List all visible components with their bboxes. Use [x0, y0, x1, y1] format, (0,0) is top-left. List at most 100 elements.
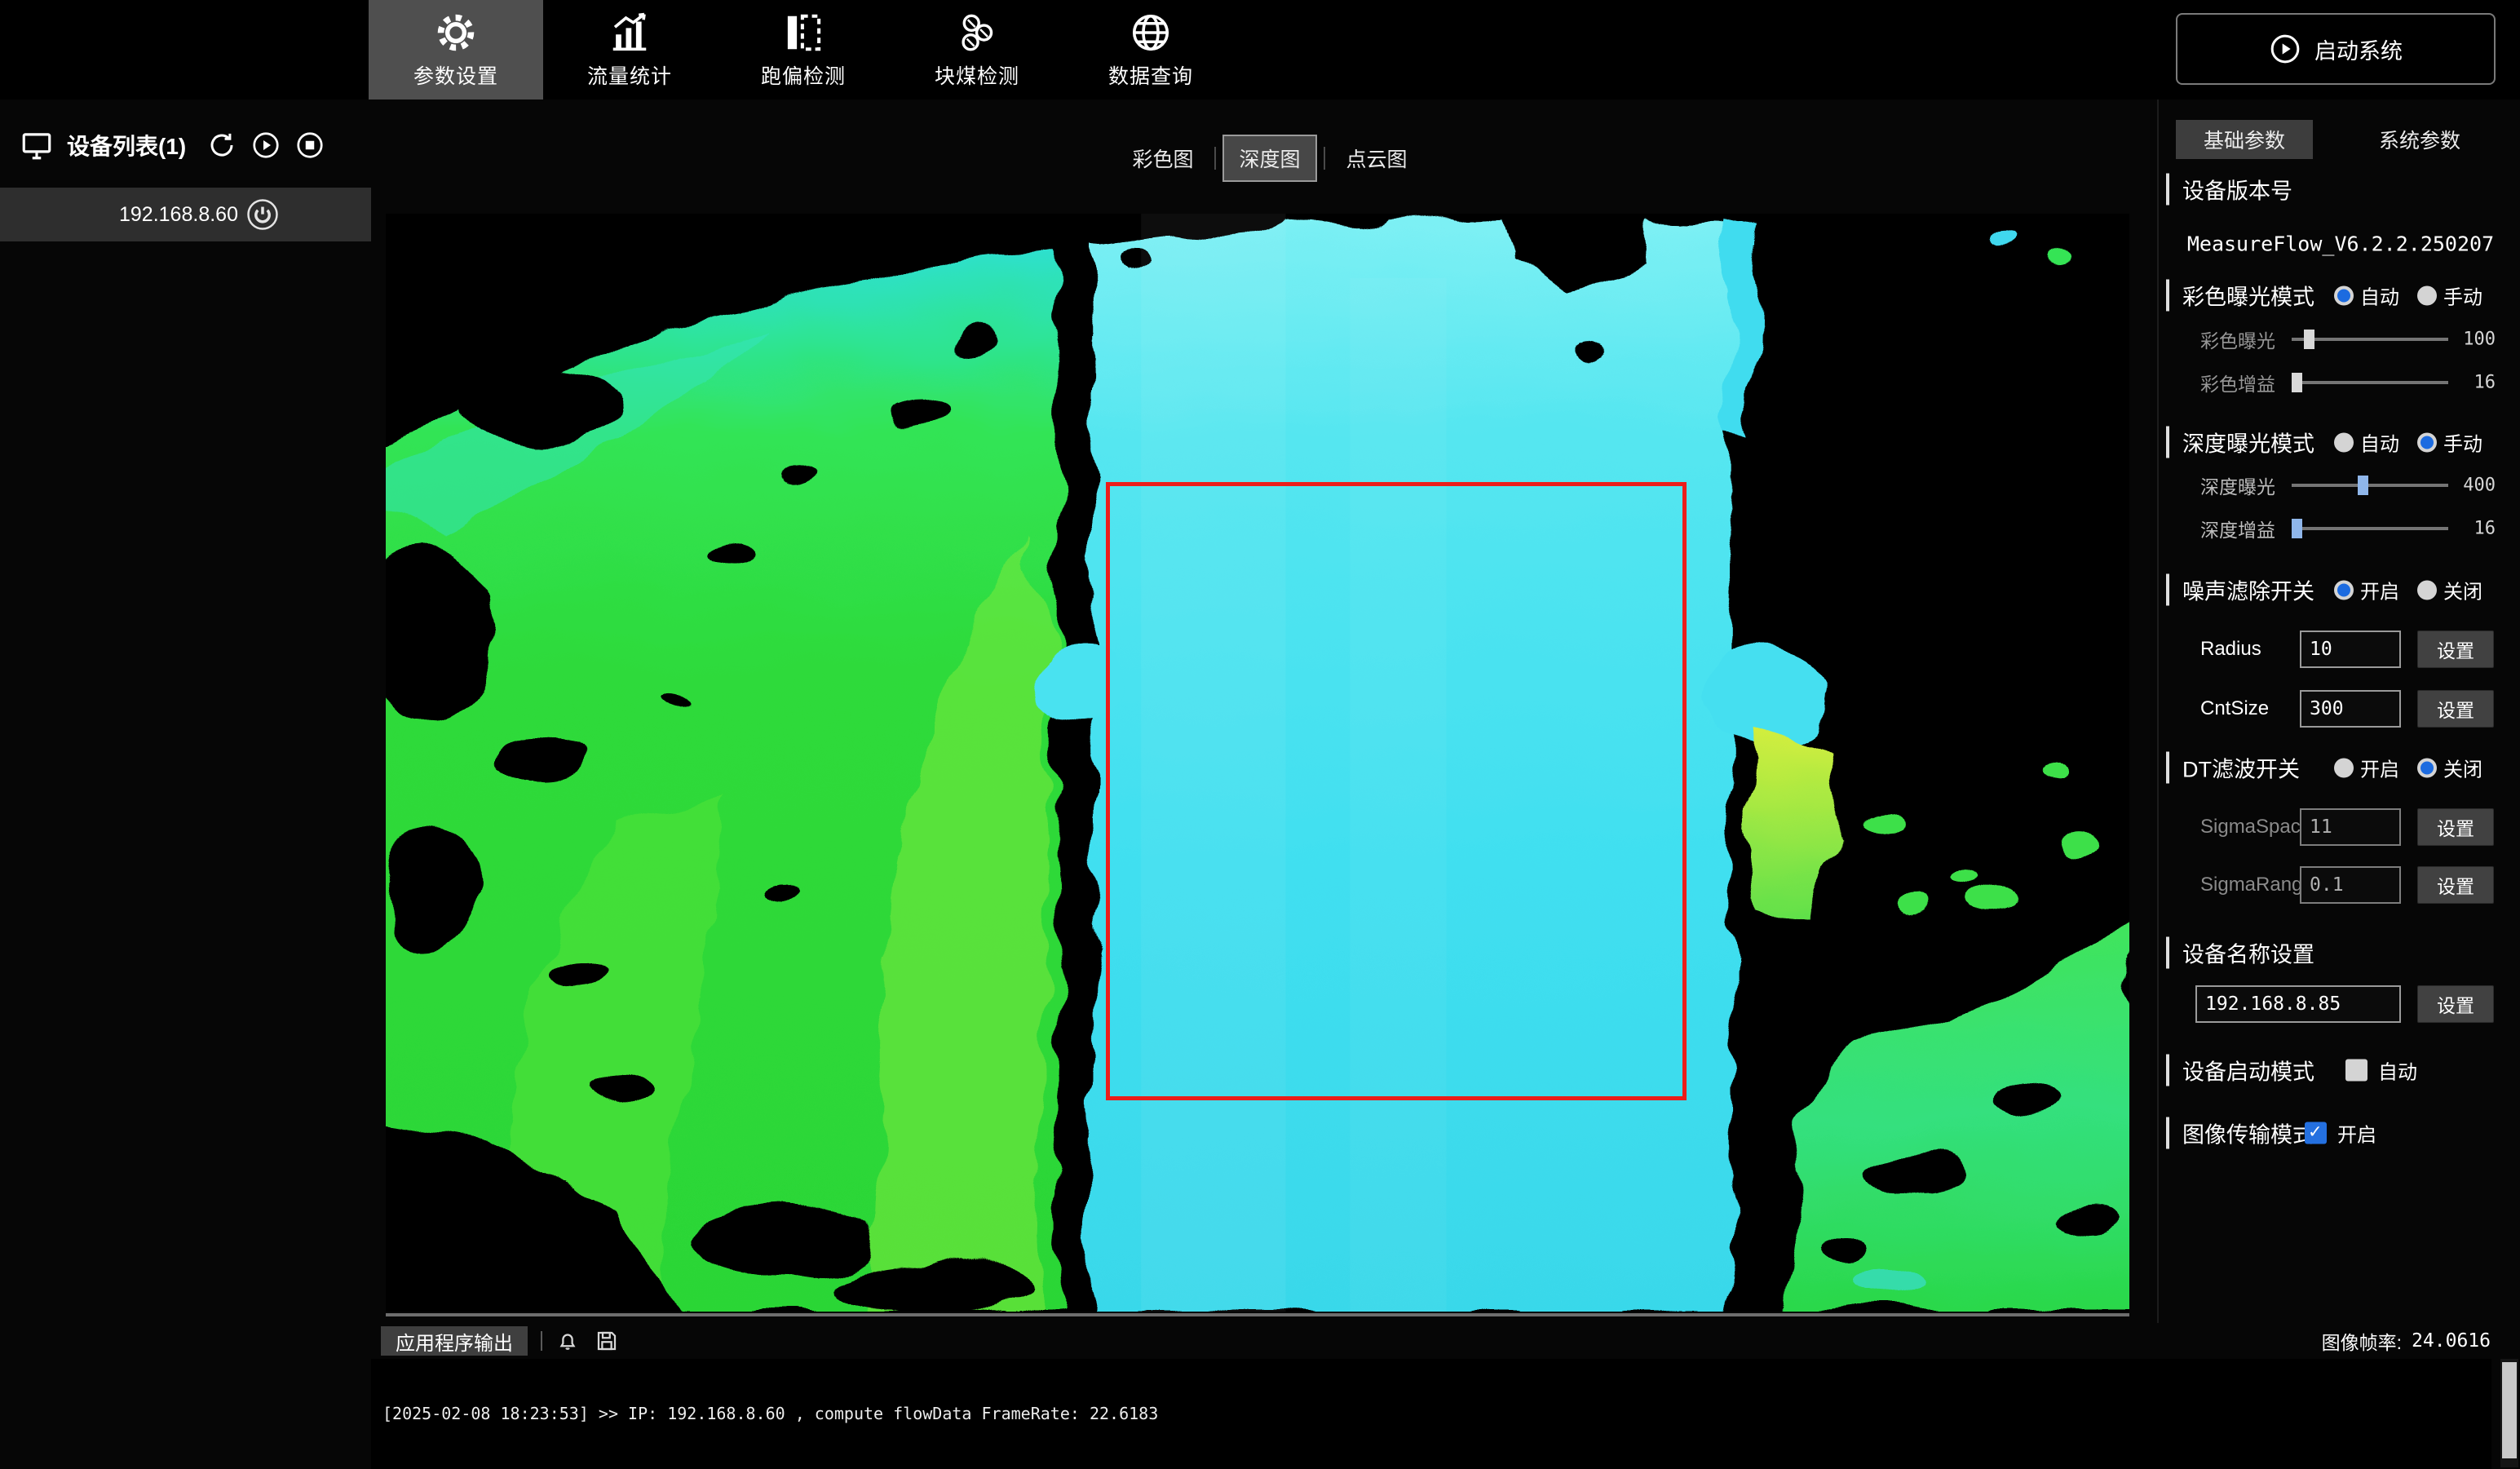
- depth-image-canvas[interactable]: [386, 214, 2129, 1312]
- sigmarange-input[interactable]: [2300, 866, 2401, 904]
- radius-input[interactable]: [2300, 631, 2401, 668]
- coal-lumps-icon: [955, 11, 999, 55]
- radio-label: 手动: [2443, 428, 2482, 457]
- stop-all-icon[interactable]: [295, 131, 325, 160]
- toolbar-item-label: 块煤检测: [935, 60, 1019, 90]
- radio-label: 自动: [2360, 281, 2399, 310]
- frame-rate-status: 图像帧率: 24.0616: [2322, 1327, 2491, 1355]
- color-exposure-slider[interactable]: [2292, 329, 2448, 350]
- sigmaspace-set-button[interactable]: 设置: [2417, 808, 2494, 846]
- toolbar: 参数设置 流量统计 跑偏检测: [0, 0, 2520, 100]
- bell-icon[interactable]: [555, 1329, 580, 1353]
- tab-separator: [1214, 147, 1216, 170]
- app-window: 参数设置 流量统计 跑偏检测: [0, 0, 2520, 1469]
- tab-basic-params[interactable]: 基础参数: [2176, 120, 2313, 159]
- cntsize-input[interactable]: [2300, 690, 2401, 728]
- color-exposure-auto-radio[interactable]: [2334, 285, 2354, 305]
- device-name-set-button[interactable]: 设置: [2417, 985, 2494, 1023]
- radio-label: 开启: [2360, 754, 2399, 782]
- section-noise-filter: 噪声滤除开关: [2166, 574, 2314, 606]
- power-icon[interactable]: [245, 197, 280, 232]
- color-gain-value: 16: [2451, 373, 2496, 393]
- toolbar-item-flow-stats[interactable]: 流量统计: [542, 0, 717, 100]
- depth-gain-label: 深度增益: [2200, 515, 2275, 542]
- depth-gain-slider[interactable]: [2292, 518, 2448, 539]
- section-depth-exposure-mode: 深度曝光模式: [2166, 427, 2314, 458]
- transfer-mode-on-checkbox[interactable]: [2305, 1122, 2327, 1144]
- tab-point-cloud[interactable]: 点云图: [1332, 136, 1422, 180]
- toolbar-item-deviation-detect[interactable]: 跑偏检测: [716, 0, 891, 100]
- tab-system-params[interactable]: 系统参数: [2345, 120, 2494, 159]
- color-exposure-manual-radio[interactable]: [2417, 285, 2437, 305]
- viewer-tabs: 彩色图 深度图 点云图: [1041, 135, 1498, 181]
- color-exposure-label: 彩色曝光: [2200, 325, 2275, 353]
- cntsize-set-button[interactable]: 设置: [2417, 690, 2494, 728]
- depth-exposure-manual-radio[interactable]: [2417, 432, 2437, 452]
- toolbar-item-label: 流量统计: [587, 60, 672, 90]
- device-list-header: 设备列表(1): [0, 119, 371, 171]
- checkbox-label: 自动: [2378, 1056, 2417, 1085]
- depth-exposure-slider[interactable]: [2292, 475, 2448, 496]
- cntsize-label: CntSize: [2200, 697, 2269, 720]
- play-all-icon[interactable]: [251, 131, 281, 160]
- checkbox-label: 开启: [2337, 1119, 2376, 1148]
- params-panel: 基础参数 系统参数 设备版本号 MeasureFlow_V6.2.2.25020…: [2161, 100, 2520, 1326]
- panel-divider: [2157, 100, 2159, 1323]
- color-gain-slider[interactable]: [2292, 372, 2448, 393]
- noise-filter-on-radio[interactable]: [2334, 580, 2354, 600]
- section-transfer-mode: 图像传输模式: [2166, 1117, 2314, 1149]
- device-version-value: MeasureFlow_V6.2.2.250207: [2161, 232, 2520, 256]
- sigmarange-set-button[interactable]: 设置: [2417, 866, 2494, 904]
- section-device-name: 设备名称设置: [2166, 937, 2314, 969]
- dt-filter-off-radio[interactable]: [2417, 758, 2437, 777]
- depth-gain-value: 16: [2451, 519, 2496, 539]
- log-scrollbar-thumb[interactable]: [2502, 1362, 2517, 1458]
- play-circle-icon: [2269, 33, 2301, 65]
- depth-exposure-label: 深度曝光: [2200, 471, 2275, 499]
- device-list-actions: [207, 131, 325, 160]
- output-separator: [541, 1331, 542, 1351]
- sigmarange-label: SigmaRange: [2200, 874, 2314, 896]
- depth-exposure-auto-radio[interactable]: [2334, 432, 2354, 452]
- frame-rate-value: 24.0616: [2412, 1330, 2491, 1352]
- tab-app-output[interactable]: 应用程序输出: [381, 1326, 528, 1356]
- radio-label: 自动: [2360, 428, 2399, 457]
- depth-exposure-value: 400: [2451, 476, 2496, 496]
- tab-separator: [1324, 147, 1325, 170]
- section-color-exposure-mode: 彩色曝光模式: [2166, 280, 2314, 312]
- device-name-input[interactable]: [2195, 985, 2401, 1023]
- color-exposure-mode-group: 自动 手动: [2334, 281, 2494, 310]
- output-bar: 应用程序输出 图像帧率: 24.0616: [371, 1325, 2520, 1357]
- bar-chart-icon: [608, 11, 652, 55]
- device-row[interactable]: 192.168.8.60: [0, 188, 371, 241]
- dt-filter-on-radio[interactable]: [2334, 758, 2354, 777]
- log-scrollbar[interactable]: [2500, 1359, 2518, 1467]
- image-bottom-separator: [386, 1313, 2129, 1316]
- radius-set-button[interactable]: 设置: [2417, 631, 2494, 668]
- toolbar-item-label: 数据查询: [1108, 60, 1193, 90]
- globe-icon: [1129, 11, 1173, 55]
- sigmaspace-input[interactable]: [2300, 808, 2401, 846]
- noise-filter-off-radio[interactable]: [2417, 580, 2437, 600]
- refresh-icon[interactable]: [207, 131, 237, 160]
- start-system-button[interactable]: 启动系统: [2176, 13, 2496, 85]
- radio-label: 关闭: [2443, 576, 2482, 604]
- toolbar-item-data-query[interactable]: 数据查询: [1063, 0, 1238, 100]
- save-log-icon[interactable]: [595, 1329, 619, 1353]
- depth-exposure-mode-group: 自动 手动: [2334, 428, 2494, 457]
- start-mode-auto-checkbox[interactable]: [2345, 1060, 2367, 1082]
- measurement-roi-rectangle: [1106, 482, 1687, 1100]
- radius-label: Radius: [2200, 638, 2261, 661]
- toolbar-item-coal-detect[interactable]: 块煤检测: [890, 0, 1064, 100]
- toolbar-item-param-settings[interactable]: 参数设置: [369, 0, 543, 100]
- section-start-mode: 设备启动模式: [2166, 1055, 2314, 1086]
- tab-color-image[interactable]: 彩色图: [1117, 136, 1208, 180]
- start-system-label: 启动系统: [2314, 33, 2403, 65]
- radio-label: 手动: [2443, 281, 2482, 310]
- tab-depth-image[interactable]: 深度图: [1222, 135, 1316, 182]
- section-dt-filter: DT滤波开关: [2166, 752, 2300, 784]
- noise-filter-group: 开启 关闭: [2334, 576, 2494, 604]
- color-exposure-value: 100: [2451, 330, 2496, 350]
- device-monitor-icon: [20, 128, 54, 162]
- frame-rate-label: 图像帧率:: [2322, 1327, 2402, 1355]
